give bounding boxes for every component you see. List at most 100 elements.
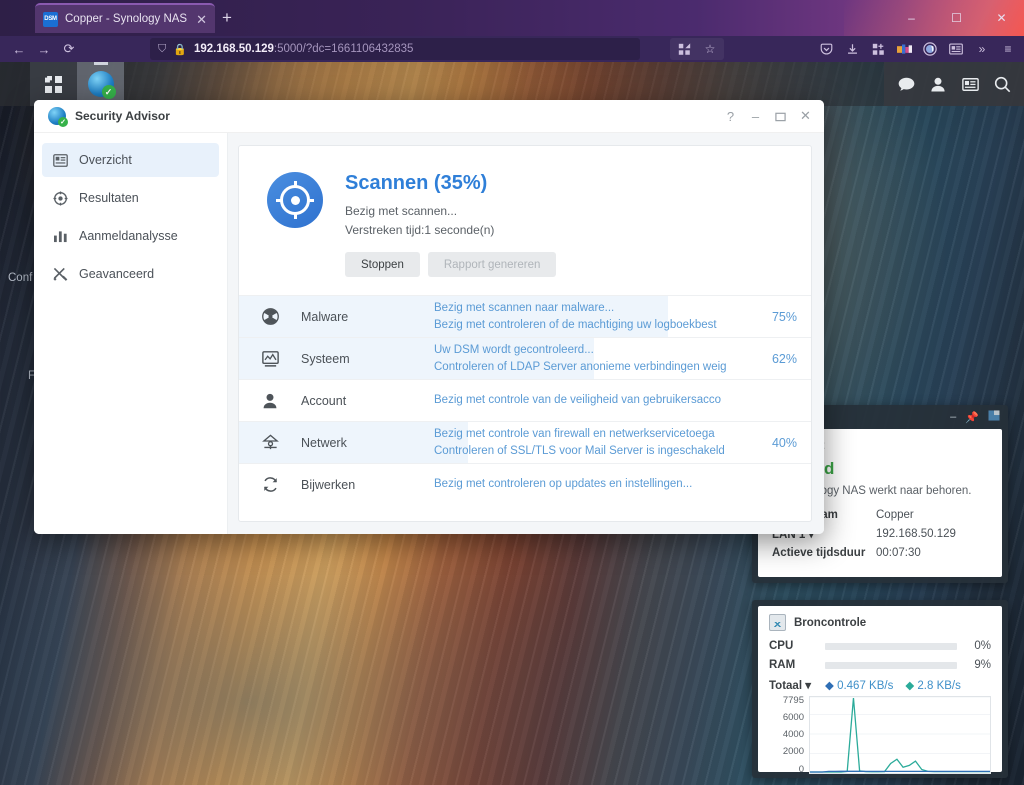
minimize-button[interactable]: – xyxy=(743,104,768,129)
scan-header: Scannen (35%) Bezig met scannen... Verst… xyxy=(239,146,811,295)
scan-item-percent: 62% xyxy=(771,351,797,366)
scan-header-text: Scannen (35%) Bezig met scannen... Verst… xyxy=(345,172,557,278)
desktop-label-conf: Conf xyxy=(8,272,33,284)
scan-item-message: Controleren of SSL/TLS voor Mail Server … xyxy=(434,444,725,457)
chart-y-tick: 7795 xyxy=(782,695,804,706)
reader-card-icon[interactable] xyxy=(944,38,968,60)
scan-item-message: Uw DSM wordt gecontroleerd... xyxy=(434,344,594,357)
security-advisor-icon xyxy=(48,107,68,127)
system-icon xyxy=(239,350,301,367)
browser-chrome: DSM Copper - Synology NAS ✕ + – ☐ ✕ ← → … xyxy=(0,0,1024,62)
download-value: 2.8 KB/s xyxy=(917,680,961,692)
resource-monitor-panel: Broncontrole CPU 0% RAM 9% Totaal ▾ ◆ 0.… xyxy=(758,606,1002,774)
scan-item-messages: Bezig met scannen naar malware... Bezig m… xyxy=(434,300,765,333)
generate-report-button: Rapport genereren xyxy=(427,252,557,278)
pin-icon[interactable]: 📌 xyxy=(965,411,979,424)
lock-warning-icon[interactable]: 🔒 xyxy=(173,43,187,56)
security-advisor-titlebar[interactable]: Security Advisor ? – ✕ xyxy=(34,100,824,133)
app-grid-icon[interactable] xyxy=(866,38,890,60)
reload-button[interactable]: ⟳ xyxy=(58,39,80,59)
cpu-track xyxy=(825,642,957,650)
sidebar-item-geavanceerd[interactable]: Geavanceerd xyxy=(42,257,219,291)
browser-tab-title: Copper - Synology NAS xyxy=(65,13,188,25)
overflow-chevron-icon[interactable]: » xyxy=(970,38,994,60)
chat-icon[interactable] xyxy=(890,62,922,106)
security-advisor-window: Security Advisor ? – ✕ Overzicht Resulta… xyxy=(34,100,824,534)
notifications-icon[interactable] xyxy=(954,62,986,106)
scan-item-name: Systeem xyxy=(301,351,350,366)
sidebar-item-overzicht[interactable]: Overzicht xyxy=(42,143,219,177)
scan-item-message: Bezig met controle van de veiligheid van… xyxy=(434,394,722,407)
browser-tab[interactable]: DSM Copper - Synology NAS ✕ xyxy=(35,3,215,33)
results-target-icon xyxy=(52,190,68,206)
new-tab-button[interactable]: + xyxy=(222,9,232,26)
search-icon[interactable] xyxy=(986,62,1018,106)
window-minimize-button[interactable]: – xyxy=(889,0,934,36)
upload-value: 0.467 KB/s xyxy=(837,680,894,692)
network-total-row: Totaal ▾ ◆ 0.467 KB/s ◆ 2.8 KB/s xyxy=(769,678,991,692)
url-path: :5000/?dc=1661106432835 xyxy=(273,43,414,55)
scan-item-row: Malware Bezig met scannen naar malware...… xyxy=(239,295,811,338)
forward-button[interactable]: → xyxy=(33,39,55,59)
scan-item-message: Controleren of LDAP Server anonieme verb… xyxy=(434,360,727,373)
browser-titlebar: DSM Copper - Synology NAS ✕ + – ☐ ✕ xyxy=(0,0,1024,36)
dsm-favicon-icon: DSM xyxy=(43,11,58,27)
scan-elapsed: Verstreken tijd:1 seconde(n) xyxy=(345,222,495,237)
sidebar-item-label: Resultaten xyxy=(79,191,139,205)
sidebar-item-label: Geavanceerd xyxy=(79,267,155,281)
sidebar-item-resultaten[interactable]: Resultaten xyxy=(42,181,219,215)
scan-item-name: Account xyxy=(301,393,347,408)
address-bar[interactable]: ⛉ 🔒 192.168.50.129:5000/?dc=166110643283… xyxy=(150,38,640,60)
network-chart: 7795 6000 4000 2000 0 xyxy=(769,696,991,774)
chart-y-tick: 6000 xyxy=(782,712,804,724)
browser-toolbar-icons: » ≡ xyxy=(814,38,1020,60)
health-info-value: Copper xyxy=(876,508,914,521)
bookmark-star-icon[interactable]: ☆ xyxy=(698,38,722,60)
url-text: 192.168.50.129:5000/?dc=1661106432835 xyxy=(194,43,413,55)
sidebar-item-aanmeldanalysse[interactable]: Aanmeldanalysse xyxy=(42,219,219,253)
resource-monitor-header: Broncontrole xyxy=(769,614,991,631)
hamburger-menu-icon[interactable]: ≡ xyxy=(996,38,1020,60)
url-host: 192.168.50.129 xyxy=(193,43,274,55)
scan-item-messages: Bezig met controleren op updates en inst… xyxy=(434,476,765,493)
tab-close-icon[interactable]: ✕ xyxy=(196,13,207,26)
sidebar-item-label: Aanmeldanalysse xyxy=(79,229,178,243)
minimize-icon[interactable]: – xyxy=(950,411,956,423)
cpu-value: 0% xyxy=(974,640,991,652)
pocket-icon[interactable] xyxy=(814,38,838,60)
scan-item-row: Systeem Uw DSM wordt gecontroleerd... Cont… xyxy=(239,337,811,380)
total-dropdown[interactable]: Totaal ▾ xyxy=(769,678,825,692)
extensions-icon[interactable] xyxy=(672,38,696,60)
stop-button[interactable]: Stoppen xyxy=(345,252,420,278)
tracking-shield-icon[interactable]: ⛉ xyxy=(158,43,166,56)
scan-status: Bezig met scannen... xyxy=(345,204,458,218)
close-button[interactable]: ✕ xyxy=(793,104,818,129)
chart-plot-area xyxy=(809,696,991,774)
security-advisor-main: Scannen (35%) Bezig met scannen... Verst… xyxy=(228,133,824,534)
window-maximize-button[interactable]: ☐ xyxy=(934,0,979,36)
ram-meter: RAM 9% xyxy=(769,659,991,671)
scan-item-messages: Bezig met controle van de veiligheid van… xyxy=(434,392,765,409)
scan-item-percent: 75% xyxy=(771,309,797,324)
bar-chart-icon xyxy=(52,230,68,243)
downloads-icon[interactable] xyxy=(840,38,864,60)
ram-label: RAM xyxy=(769,659,796,671)
scan-item-percent: 40% xyxy=(771,435,797,450)
user-icon[interactable] xyxy=(922,62,954,106)
colorful-extension-icon[interactable] xyxy=(892,38,916,60)
window-title: Security Advisor xyxy=(75,109,170,123)
ram-value: 9% xyxy=(974,659,991,671)
account-icon[interactable] xyxy=(918,38,942,60)
window-close-button[interactable]: ✕ xyxy=(979,0,1024,36)
download-speed: ◆ 2.8 KB/s xyxy=(905,678,961,692)
detach-icon[interactable] xyxy=(988,410,1000,424)
back-button[interactable]: ← xyxy=(8,39,30,59)
scan-title: Scannen (35%) xyxy=(345,172,488,194)
resource-monitor-widget: Broncontrole CPU 0% RAM 9% Totaal ▾ ◆ 0.… xyxy=(752,600,1008,778)
malware-icon xyxy=(239,308,301,326)
scan-item-messages: Bezig met controle van firewall en netwe… xyxy=(434,426,765,459)
resource-monitor-title: Broncontrole xyxy=(794,616,867,629)
scan-card: Scannen (35%) Bezig met scannen... Verst… xyxy=(238,145,812,522)
maximize-button[interactable] xyxy=(768,104,793,129)
help-button[interactable]: ? xyxy=(718,104,743,129)
